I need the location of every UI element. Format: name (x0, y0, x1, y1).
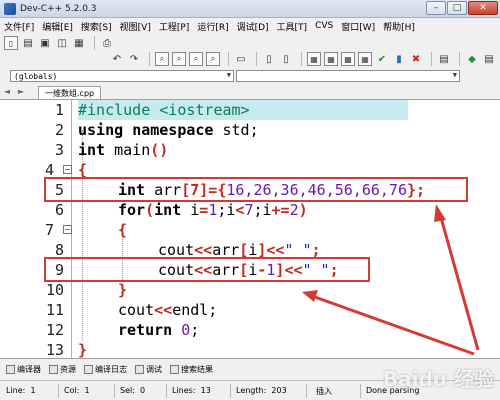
tab-file-label: 一维数组.cpp (45, 88, 95, 98)
goto-line-icon[interactable]: ⌕ (206, 52, 220, 66)
debug-icon[interactable]: ◆ (465, 52, 479, 66)
resources-icon (49, 365, 58, 374)
menu-cvs[interactable]: CVS (315, 21, 333, 31)
redo-icon[interactable]: ↷ (127, 52, 141, 66)
debug-check-icon (135, 365, 144, 374)
arrow-to-line-5 (438, 213, 480, 351)
title-bar: Dev-C++ 5.2.0.3 – □ ✕ (0, 0, 500, 18)
compile-log-icon (84, 365, 93, 374)
tab-debug[interactable]: 调试 (135, 364, 162, 375)
toolbar-separator (459, 52, 460, 66)
annotation-arrows (302, 204, 480, 356)
remove-file-icon[interactable]: ▯ (279, 52, 293, 66)
status-divider (230, 384, 231, 398)
rebuild-icon[interactable]: ▦ (358, 52, 372, 66)
status-divider (114, 384, 115, 398)
toolbar-separator (94, 36, 95, 50)
arrowhead-icon (302, 290, 318, 302)
status-lines: Lines: 13 (172, 386, 211, 395)
status-sel: Sel: 0 (120, 386, 146, 395)
status-divider (166, 384, 167, 398)
code-editor[interactable]: 1 #include <iostream> 2 using namespace … (0, 100, 500, 358)
class-browser-bar: (globals) ▼ ▼ (0, 68, 500, 84)
status-insert-mode: 插入 (316, 387, 332, 396)
run-icon[interactable]: ▦ (324, 52, 338, 66)
chevron-down-icon: ▼ (452, 71, 457, 79)
find-icon[interactable]: ⌕ (155, 52, 169, 66)
toolbar-separator (149, 52, 150, 66)
menu-file[interactable]: 文件[F] (4, 20, 34, 33)
menu-edit[interactable]: 编辑[E] (42, 20, 73, 33)
tab-resources[interactable]: 资源 (49, 364, 76, 375)
toolbar-separator (256, 52, 257, 66)
new-file-icon[interactable]: ▯ (4, 36, 18, 50)
chart-icon[interactable]: ▮ (392, 52, 406, 66)
editor-tabs: ◄ ► 一维数组.cpp (0, 84, 500, 100)
toolbar-separator (301, 52, 302, 66)
save-icon[interactable]: ▣ (38, 36, 52, 50)
close-button[interactable]: ✕ (468, 1, 498, 15)
menu-bar: 文件[F] 编辑[E] 搜索[S] 视图[V] 工程[P] 运行[R] 调试[D… (0, 18, 500, 34)
tab-search-results[interactable]: 搜索结果 (170, 364, 213, 375)
find-next-icon[interactable]: ⌕ (189, 52, 203, 66)
status-length: Length: 203 (236, 386, 287, 395)
compile-run-icon[interactable]: ▦ (341, 52, 355, 66)
tab-compiler[interactable]: 编译器 (6, 364, 41, 375)
tab-scroll-left-icon[interactable]: ◄ (0, 87, 14, 96)
symbol-combo[interactable]: ▼ (236, 70, 460, 82)
search-results-icon (170, 365, 179, 374)
maximize-button[interactable]: □ (447, 1, 467, 15)
chevron-down-icon: ▼ (226, 71, 231, 79)
help-icon[interactable]: ▤ (482, 52, 496, 66)
arrowhead-icon (434, 204, 446, 222)
menu-project[interactable]: 工程[P] (159, 20, 189, 33)
window-title: Dev-C++ 5.2.0.3 (20, 3, 97, 14)
open-file-icon[interactable]: ▤ (21, 36, 35, 50)
secondary-toolbar: ↶ ↷ ⌕ ⌕ ⌕ ⌕ ▭ ▯ ▯ ▦ ▦ ▦ ▦ ✔ ▮ ✖ ▤ ◆ ▤ (0, 50, 500, 68)
add-file-icon[interactable]: ▯ (262, 52, 276, 66)
status-line: Line: 1 (6, 386, 36, 395)
save-all-icon[interactable]: ◫ (55, 36, 69, 50)
scope-combo-value: (globals) (14, 71, 58, 81)
check-icon[interactable]: ✔ (375, 52, 389, 66)
status-divider (306, 384, 307, 398)
arrow-to-line-9 (311, 294, 475, 356)
menu-run[interactable]: 运行[R] (197, 20, 228, 33)
menu-tools[interactable]: 工具[T] (277, 20, 308, 33)
undo-icon[interactable]: ↶ (110, 52, 124, 66)
window-controls: – □ ✕ (425, 1, 498, 15)
print-icon[interactable]: ⎙ (100, 36, 114, 50)
status-col: Col: 1 (64, 386, 90, 395)
minimize-button[interactable]: – (426, 1, 446, 15)
menu-window[interactable]: 窗口[W] (341, 20, 375, 33)
stop-icon[interactable]: ✖ (409, 52, 423, 66)
close-file-icon[interactable]: ▦ (72, 36, 86, 50)
compile-icon[interactable]: ▦ (307, 52, 321, 66)
project-options-icon[interactable]: ▤ (437, 52, 451, 66)
status-divider (360, 384, 361, 398)
menu-help[interactable]: 帮助[H] (383, 20, 415, 33)
new-project-icon[interactable]: ▭ (234, 52, 248, 66)
menu-debug[interactable]: 调试[D] (237, 20, 269, 33)
compiler-icon (6, 365, 15, 374)
menu-search[interactable]: 搜索[S] (81, 20, 112, 33)
status-divider (58, 384, 59, 398)
app-icon (4, 2, 16, 15)
scope-combo[interactable]: (globals) ▼ (10, 70, 234, 82)
replace-icon[interactable]: ⌕ (172, 52, 186, 66)
tab-scroll-right-icon[interactable]: ► (14, 87, 28, 96)
tab-compile-log[interactable]: 编译日志 (84, 364, 127, 375)
toolbar-separator (431, 52, 432, 66)
toolbar-separator (228, 52, 229, 66)
tab-file[interactable]: 一维数组.cpp (38, 86, 102, 99)
watermark: Baidu 经验 (382, 367, 494, 391)
menu-view[interactable]: 视图[V] (120, 20, 151, 33)
